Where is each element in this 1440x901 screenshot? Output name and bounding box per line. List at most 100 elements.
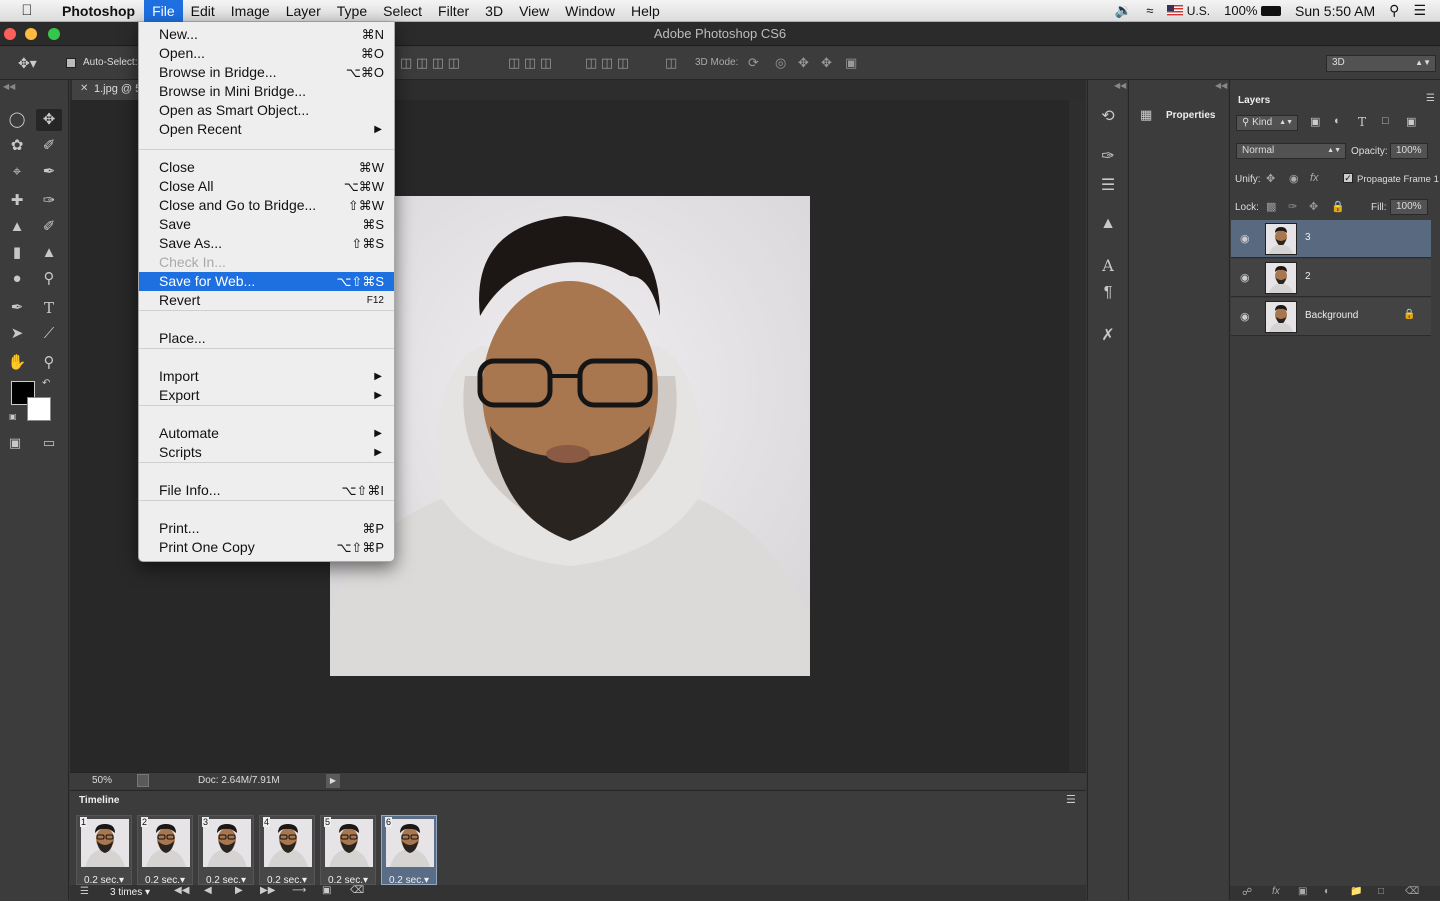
menu-item-automate[interactable]: Automate ▶ xyxy=(139,424,394,443)
zoom-level[interactable]: 50% xyxy=(92,775,112,786)
menu-item-export[interactable]: Export ▶ xyxy=(139,386,394,405)
filter-smart-object-icon[interactable]: ▣ xyxy=(1406,115,1416,128)
status-menu-icon[interactable] xyxy=(137,774,149,787)
layer-style-icon[interactable]: fx xyxy=(1272,886,1280,897)
expand-dock-icon[interactable]: ◀◀ xyxy=(1114,81,1126,90)
menu-item-new[interactable]: New... ⌘N xyxy=(139,25,394,44)
canvas-image[interactable] xyxy=(330,196,810,676)
lock-transparent-icon[interactable]: ▩ xyxy=(1266,200,1276,213)
move-tool-preset-icon[interactable]: ✥▾ xyxy=(18,55,37,72)
3d-rotate-icon[interactable]: ⟳ xyxy=(748,55,759,71)
menu-help[interactable]: Help xyxy=(623,0,668,22)
auto-select-checkbox[interactable] xyxy=(66,58,76,68)
layer-row[interactable]: ◉ 2 xyxy=(1231,259,1431,297)
swap-colors-icon[interactable]: ↶ xyxy=(42,378,50,389)
history-brush-tool-icon[interactable]: ✐ xyxy=(36,216,62,238)
zoom-tool-icon[interactable]: ⚲ xyxy=(36,352,62,374)
blend-mode-select[interactable]: Normal ▲▼ xyxy=(1236,143,1346,159)
menu-window[interactable]: Window xyxy=(557,0,623,22)
character-panel-icon[interactable]: A xyxy=(1098,256,1118,275)
timeline-options-icon[interactable]: ☰ xyxy=(80,886,89,897)
layer-visibility-eye-icon[interactable]: ◉ xyxy=(1240,271,1250,284)
menu-item-open-as-smart-object[interactable]: Open as Smart Object... xyxy=(139,101,394,120)
menu-item-close-all[interactable]: Close All ⌥⌘W xyxy=(139,177,394,196)
tween-icon[interactable]: ⟶ xyxy=(292,885,306,896)
menu-item-open-recent[interactable]: Open Recent ▶ xyxy=(139,120,394,139)
timeline-menu-icon[interactable]: ☰ xyxy=(1066,793,1076,806)
previous-frame-icon[interactable]: ◀ xyxy=(204,885,212,896)
volume-icon[interactable]: 🔉 xyxy=(1115,2,1132,19)
play-icon[interactable]: ▶ xyxy=(235,885,243,896)
layers-tab[interactable]: Layers xyxy=(1238,95,1270,106)
filter-pixel-icon[interactable]: ▣ xyxy=(1310,115,1320,128)
opacity-input[interactable]: 100% xyxy=(1390,143,1428,159)
menu-item-scripts[interactable]: Scripts ▶ xyxy=(139,443,394,462)
canvas-vertical-scrollbar[interactable] xyxy=(1069,100,1086,772)
lasso-tool-icon[interactable]: ✿ xyxy=(4,135,30,157)
menu-item-save-as[interactable]: Save As... ⇧⌘S xyxy=(139,234,394,253)
battery-status[interactable]: 100% xyxy=(1224,3,1281,18)
filter-kind-select[interactable]: ⚲ Kind ▲▼ xyxy=(1236,115,1298,131)
history-panel-icon[interactable]: ⟲ xyxy=(1098,106,1118,126)
input-source[interactable]: U.S. xyxy=(1167,4,1210,18)
background-color-swatch[interactable] xyxy=(27,397,51,421)
unify-position-icon[interactable]: ✥ xyxy=(1266,172,1275,185)
new-adjustment-icon[interactable]: ◐ xyxy=(1324,886,1330,897)
default-colors-icon[interactable]: ▣ xyxy=(9,412,17,421)
menu-item-place[interactable]: Place... xyxy=(139,329,394,348)
spotlight-search-icon[interactable]: ⚲ xyxy=(1389,2,1399,19)
menu-item-open[interactable]: Open... ⌘O xyxy=(139,44,394,63)
tool-presets-icon[interactable]: ✗ xyxy=(1098,325,1118,345)
adjustments-panel-icon[interactable]: ☰ xyxy=(1098,175,1118,195)
lock-all-icon[interactable]: 🔒 xyxy=(1331,200,1345,213)
apple-logo-icon[interactable]:  xyxy=(0,2,54,19)
menu-3d[interactable]: 3D xyxy=(477,0,511,22)
menu-type[interactable]: Type xyxy=(329,0,375,22)
distribute-icon[interactable]: ◫ ◫ ◫ xyxy=(508,55,552,71)
timeline-frame[interactable]: 1 0.2 sec.▾ xyxy=(76,815,132,886)
menu-edit[interactable]: Edit xyxy=(183,0,223,22)
3d-scale-icon[interactable]: ▣ xyxy=(845,55,857,71)
filter-adjustment-icon[interactable]: ◐ xyxy=(1334,115,1341,127)
menu-file[interactable]: File xyxy=(144,0,183,22)
menu-item-close-and-go-to-bridge[interactable]: Close and Go to Bridge... ⇧⌘W xyxy=(139,196,394,215)
3d-slide-icon[interactable]: ✥ xyxy=(821,55,832,71)
type-tool-icon[interactable]: T xyxy=(36,297,62,319)
first-frame-icon[interactable]: ◀◀ xyxy=(174,885,189,896)
new-layer-icon[interactable]: □ xyxy=(1378,886,1384,897)
timeline-frame[interactable]: 5 0.2 sec.▾ xyxy=(320,815,376,886)
align-left-icon[interactable]: ◫ ◫ ◫ ◫ xyxy=(400,55,460,71)
line-tool-icon[interactable]: ⟋ xyxy=(36,323,62,345)
crop-tool-icon[interactable]: ⌖ xyxy=(4,161,30,183)
loop-count[interactable]: 3 times ▾ xyxy=(110,887,150,898)
menu-item-import[interactable]: Import ▶ xyxy=(139,367,394,386)
layer-row[interactable]: ◉ Background 🔒 xyxy=(1231,298,1431,336)
filter-shape-icon[interactable]: □ xyxy=(1382,115,1389,127)
workspace-select[interactable]: 3D ▲▼ xyxy=(1326,55,1436,72)
brush-panel-icon[interactable]: ✑ xyxy=(1098,146,1118,166)
menu-image[interactable]: Image xyxy=(223,0,278,22)
clone-stamp-tool-icon[interactable]: ▲ xyxy=(4,216,30,238)
menu-item-print-one-copy[interactable]: Print One Copy ⌥⇧⌘P xyxy=(139,538,394,557)
path-selection-tool-icon[interactable]: ➤ xyxy=(4,323,30,345)
3d-pan-icon[interactable]: ✥ xyxy=(798,55,809,71)
collapse-panel-icon[interactable]: ◀◀ xyxy=(3,82,15,91)
wifi-icon[interactable]: ≈ xyxy=(1146,3,1153,18)
menu-item-close[interactable]: Close ⌘W xyxy=(139,158,394,177)
quick-mask-icon[interactable]: ▣ xyxy=(2,432,28,454)
quick-selection-tool-icon[interactable]: ✐ xyxy=(36,135,62,157)
menu-item-file-info[interactable]: File Info... ⌥⇧⌘I xyxy=(139,481,394,500)
delete-frame-icon[interactable]: ⌫ xyxy=(350,885,364,896)
properties-panel-tab[interactable]: ▦ Properties xyxy=(1129,100,1229,130)
unify-visibility-icon[interactable]: ◉ xyxy=(1289,172,1299,185)
paragraph-panel-icon[interactable]: ¶ xyxy=(1098,284,1118,302)
marquee-tool-icon[interactable]: ◯ xyxy=(4,109,30,131)
hand-tool-icon[interactable]: ✋ xyxy=(4,352,30,374)
screen-mode-icon[interactable]: ▭ xyxy=(36,432,62,454)
paint-bucket-tool-icon[interactable]: ▲ xyxy=(36,242,62,264)
menu-item-revert[interactable]: Revert F12 xyxy=(139,291,394,310)
clone-source-panel-icon[interactable]: ▲ xyxy=(1098,215,1118,233)
timeline-frame[interactable]: 2 0.2 sec.▾ xyxy=(137,815,193,886)
app-menu[interactable]: Photoshop xyxy=(54,0,144,22)
move-tool-icon[interactable]: ✥ xyxy=(36,109,62,131)
